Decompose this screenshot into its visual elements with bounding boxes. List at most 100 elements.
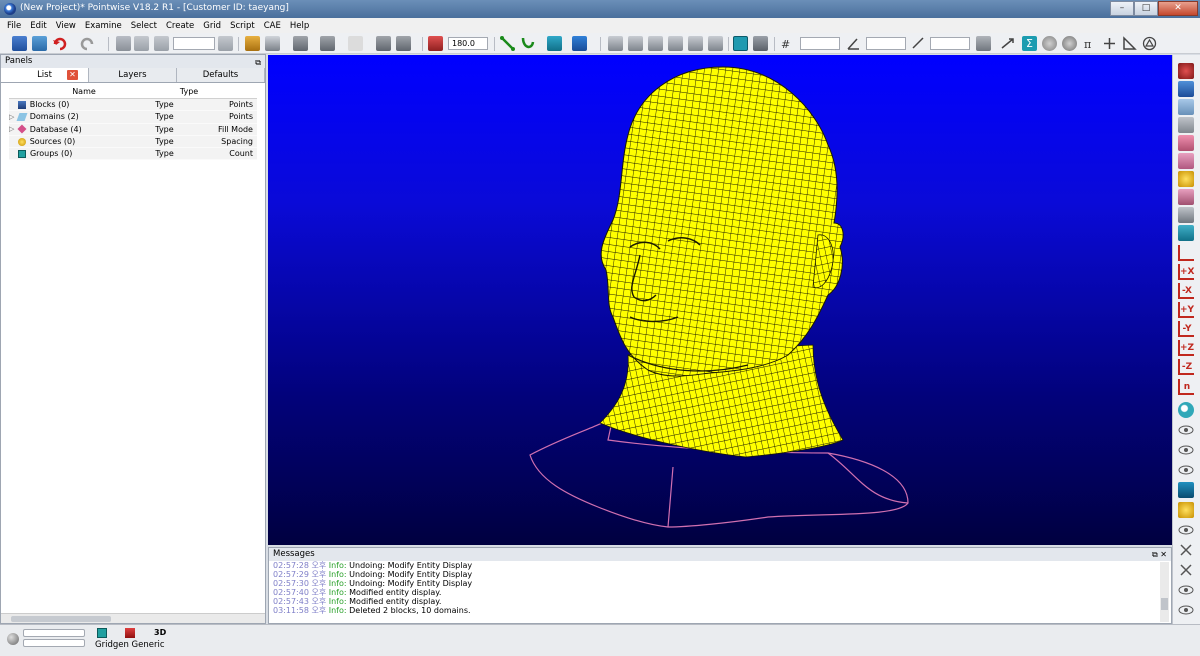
- save-as-icon[interactable]: [32, 36, 47, 51]
- database-erase-icon[interactable]: [1178, 189, 1194, 205]
- examine-icon[interactable]: [396, 36, 411, 51]
- diagonal-icon[interactable]: [608, 36, 623, 51]
- show-sources-icon[interactable]: [1178, 502, 1194, 518]
- triangle-icon[interactable]: [1122, 36, 1137, 51]
- database-view-icon[interactable]: [1178, 135, 1194, 151]
- tab-layers[interactable]: Layers: [89, 68, 177, 82]
- column-name[interactable]: Name: [9, 87, 159, 98]
- grid-view-icon[interactable]: [1178, 225, 1194, 241]
- surface-display-icon[interactable]: [753, 36, 768, 51]
- redo-icon[interactable]: [80, 36, 95, 51]
- delta-icon[interactable]: [1142, 36, 1157, 51]
- tab-defaults[interactable]: Defaults: [177, 68, 265, 82]
- menu-examine[interactable]: Examine: [85, 21, 122, 31]
- scissors-icon[interactable]: [1178, 542, 1194, 558]
- connector-create-icon[interactable]: [500, 36, 515, 51]
- angle-tolerance-field[interactable]: [866, 37, 906, 50]
- menu-help[interactable]: Help: [290, 21, 309, 31]
- join-icon[interactable]: [154, 36, 169, 51]
- angle-icon[interactable]: [846, 36, 861, 51]
- eye-icon[interactable]: [1178, 422, 1194, 438]
- tab-list[interactable]: List ✕: [1, 68, 89, 82]
- mode-3d-label[interactable]: 3D: [154, 628, 166, 637]
- eye-icon-3[interactable]: [1178, 462, 1194, 478]
- view-plus-y-icon[interactable]: +Y: [1178, 302, 1194, 318]
- mesh-display-icon[interactable]: [733, 36, 748, 51]
- menu-grid[interactable]: Grid: [203, 21, 221, 31]
- view-minus-x-icon[interactable]: -X: [1178, 283, 1194, 299]
- panel-horizontal-scrollbar[interactable]: [1, 613, 265, 623]
- entity-field[interactable]: [173, 37, 215, 50]
- connector-icon[interactable]: [320, 36, 335, 51]
- eye-icon-4[interactable]: [1178, 522, 1194, 538]
- list-item-sources[interactable]: Sources (0) Type Spacing: [9, 135, 257, 149]
- project-icon[interactable]: [708, 36, 723, 51]
- view-minus-y-icon[interactable]: -Y: [1178, 321, 1194, 337]
- graphics-viewport[interactable]: [268, 55, 1172, 545]
- maximize-button[interactable]: □: [1134, 1, 1158, 16]
- curve-create-icon[interactable]: [520, 36, 535, 51]
- eye-icon-5[interactable]: [1178, 582, 1194, 598]
- messages-scrollbar[interactable]: [1160, 562, 1169, 622]
- column-type[interactable]: Type: [159, 87, 219, 98]
- messages-header-icons[interactable]: ⧉ ✕: [1152, 548, 1167, 561]
- close-tab-icon[interactable]: ✕: [67, 70, 78, 80]
- transform-icon[interactable]: [116, 36, 131, 51]
- arrows-icon[interactable]: [1000, 36, 1015, 51]
- menu-script[interactable]: Script: [230, 21, 255, 31]
- view-minus-z-icon[interactable]: -Z: [1178, 359, 1194, 375]
- grid-type-icon[interactable]: [97, 628, 107, 638]
- chain-icon[interactable]: [976, 36, 991, 51]
- rotate-angle-icon[interactable]: [428, 36, 443, 51]
- measure-icon[interactable]: #: [780, 36, 795, 51]
- domain-view-icon[interactable]: [1178, 99, 1194, 115]
- list-item-blocks[interactable]: Blocks (0) Type Points: [9, 99, 257, 112]
- extrude-icon[interactable]: [648, 36, 663, 51]
- menu-create[interactable]: Create: [166, 21, 194, 31]
- block-create-icon[interactable]: [572, 36, 587, 51]
- view-axis-icon[interactable]: [1178, 245, 1194, 261]
- shade-icon[interactable]: [265, 36, 280, 51]
- paint-icon[interactable]: [245, 36, 260, 51]
- eye-icon-2[interactable]: [1178, 442, 1194, 458]
- view-plus-x-icon[interactable]: +X: [1178, 264, 1194, 280]
- angle-field[interactable]: 180.0: [448, 37, 488, 50]
- dimension-icon[interactable]: [911, 36, 926, 51]
- grid-icon[interactable]: [376, 36, 391, 51]
- smooth-icon[interactable]: [688, 36, 703, 51]
- menu-edit[interactable]: Edit: [30, 21, 46, 31]
- view-icon[interactable]: [293, 36, 308, 51]
- undo-icon[interactable]: [52, 36, 67, 51]
- connector-view-icon[interactable]: [1178, 117, 1194, 133]
- spacing-icon[interactable]: [218, 36, 233, 51]
- solver-label[interactable]: Gridgen Generic: [95, 640, 165, 650]
- show-blocks-icon[interactable]: [1178, 482, 1194, 498]
- text-view-icon[interactable]: [1178, 207, 1194, 223]
- eye-icon-6[interactable]: [1178, 602, 1194, 618]
- scrollbar-thumb[interactable]: [1161, 598, 1168, 610]
- view-plus-z-icon[interactable]: +Z: [1178, 340, 1194, 356]
- sphere-icon[interactable]: [1042, 36, 1057, 51]
- menu-file[interactable]: File: [7, 21, 21, 31]
- solve-icon[interactable]: [668, 36, 683, 51]
- minimize-button[interactable]: –: [1110, 1, 1134, 16]
- close-button[interactable]: ✕: [1158, 1, 1198, 16]
- menu-view[interactable]: View: [56, 21, 76, 31]
- zoom-icon[interactable]: [1178, 402, 1194, 418]
- info-icon[interactable]: [1062, 36, 1077, 51]
- list-item-database[interactable]: ▷ Database (4) Type Fill Mode: [9, 123, 257, 136]
- spacing-field[interactable]: [800, 37, 840, 50]
- menu-cae[interactable]: CAE: [264, 21, 281, 31]
- list-item-groups[interactable]: Groups (0) Type Count: [9, 148, 257, 161]
- structured-icon[interactable]: [628, 36, 643, 51]
- plus-icon[interactable]: [1102, 36, 1117, 51]
- split-icon[interactable]: [134, 36, 149, 51]
- source-view-icon[interactable]: [1178, 171, 1194, 187]
- domain-create-icon[interactable]: [547, 36, 562, 51]
- list-item-domains[interactable]: ▷ Domains (2) Type Points: [9, 111, 257, 124]
- scissors-icon-2[interactable]: [1178, 562, 1194, 578]
- save-icon[interactable]: [12, 36, 27, 51]
- display-icon[interactable]: [1178, 63, 1194, 79]
- surface-view-icon[interactable]: [1178, 153, 1194, 169]
- scrollbar-thumb[interactable]: [11, 616, 111, 622]
